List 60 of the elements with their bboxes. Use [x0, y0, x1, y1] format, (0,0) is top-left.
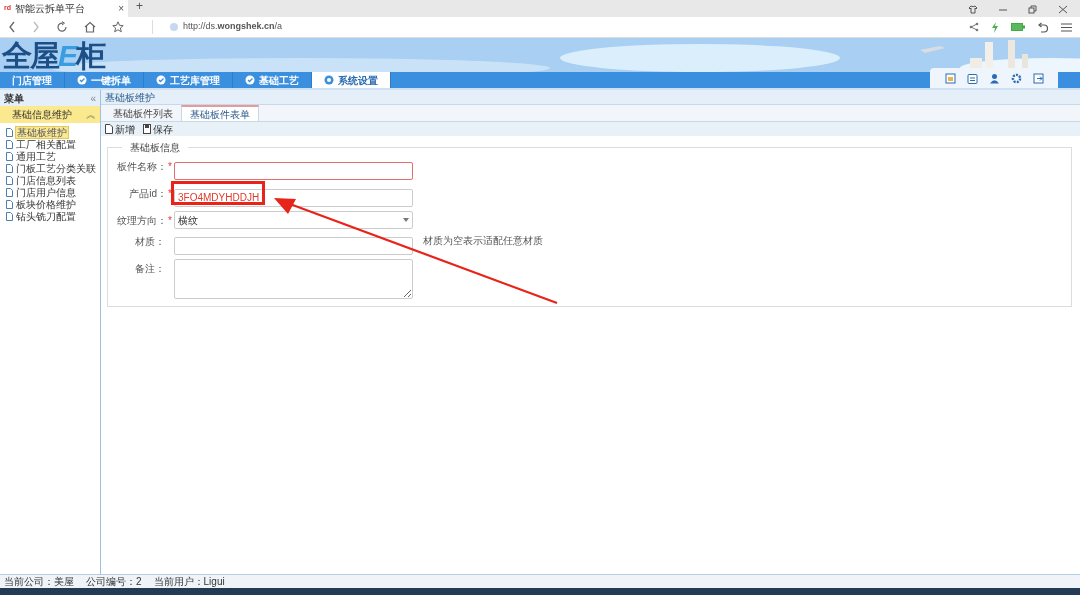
- field-label: 板件名称：: [117, 159, 168, 174]
- tab-title: 智能云拆单平台: [15, 2, 86, 16]
- sidebar-item[interactable]: 门店信息列表: [15, 174, 77, 186]
- breadcrumb: 基础板维护: [105, 90, 155, 105]
- sidebar-item[interactable]: 工厂相关配置: [15, 138, 77, 150]
- save-button[interactable]: 保存: [143, 121, 173, 137]
- menu-group-header[interactable]: 基础信息维护: [4, 107, 72, 122]
- window-icon[interactable]: [944, 72, 956, 84]
- sidebar-item[interactable]: 门板工艺分类关联: [15, 162, 97, 174]
- notes-field[interactable]: [174, 259, 413, 299]
- back-icon[interactable]: [8, 21, 16, 33]
- address-bar[interactable]: http://ds.wongshek.cn/a: [152, 20, 953, 34]
- input-field[interactable]: 3FO4MDYHDDJH: [174, 188, 413, 207]
- clipboard-icon[interactable]: [966, 72, 978, 84]
- form-tab[interactable]: 基础板件列表: [105, 105, 181, 121]
- field-hint: 材质为空表示适配任意材质: [423, 234, 543, 248]
- required-mark: *: [168, 159, 172, 174]
- skin-icon: [968, 5, 978, 14]
- status-text: 当前用户：Ligui: [153, 575, 225, 589]
- field-label: 材质：: [135, 234, 165, 249]
- reload-icon[interactable]: [56, 21, 68, 33]
- caret-icon: [403, 218, 409, 222]
- section-title: 基础板信息: [129, 141, 181, 155]
- sidebar-title: 菜单: [4, 91, 24, 106]
- new-button[interactable]: 新增: [105, 121, 135, 137]
- input-field[interactable]: [174, 161, 413, 180]
- logout-icon[interactable]: [1032, 72, 1044, 84]
- new-tab-button[interactable]: +: [136, 0, 143, 15]
- nav-tab[interactable]: 系统设置: [312, 72, 391, 88]
- restore-icon[interactable]: [1028, 5, 1038, 14]
- logo: 全屋E柜: [1, 40, 104, 72]
- close-tab-button[interactable]: ×: [118, 1, 124, 16]
- status-text: 公司编号：2: [86, 575, 142, 589]
- sidebar-item[interactable]: 基础板维护: [15, 125, 69, 139]
- save-icon: [143, 124, 151, 134]
- form-tab[interactable]: 基础板件表单: [181, 105, 259, 121]
- status-text: 当前公司：美屋: [4, 575, 74, 589]
- field-label: 产品id：: [129, 186, 168, 201]
- site-icon: [169, 22, 179, 32]
- user-icon[interactable]: [988, 72, 1000, 84]
- sidebar-item[interactable]: 板块价格维护: [15, 198, 77, 210]
- undo-icon[interactable]: [1037, 21, 1049, 33]
- menu-icon[interactable]: [1061, 22, 1072, 32]
- new-page-icon: [105, 124, 113, 134]
- sidebar-item[interactable]: 门店用户信息: [15, 186, 77, 198]
- dropdown[interactable]: 横纹: [174, 211, 413, 229]
- share-icon[interactable]: [969, 22, 979, 32]
- star-icon[interactable]: [112, 21, 124, 33]
- lightning-icon[interactable]: [991, 21, 999, 33]
- field-label: 纹理方向：: [117, 213, 168, 228]
- sidebar-item[interactable]: 钻头铣刀配置: [15, 210, 77, 222]
- input-field[interactable]: [174, 236, 413, 255]
- sidebar-item[interactable]: 通用工艺: [15, 150, 57, 162]
- close-icon[interactable]: [1058, 5, 1068, 14]
- settings-icon[interactable]: [1010, 72, 1022, 84]
- required-mark: *: [168, 213, 172, 228]
- home-icon[interactable]: [84, 21, 96, 33]
- battery-icon[interactable]: [1011, 23, 1025, 31]
- url-text: http://ds.wongshek.cn/a: [183, 20, 283, 34]
- field-label: 备注：: [135, 261, 165, 276]
